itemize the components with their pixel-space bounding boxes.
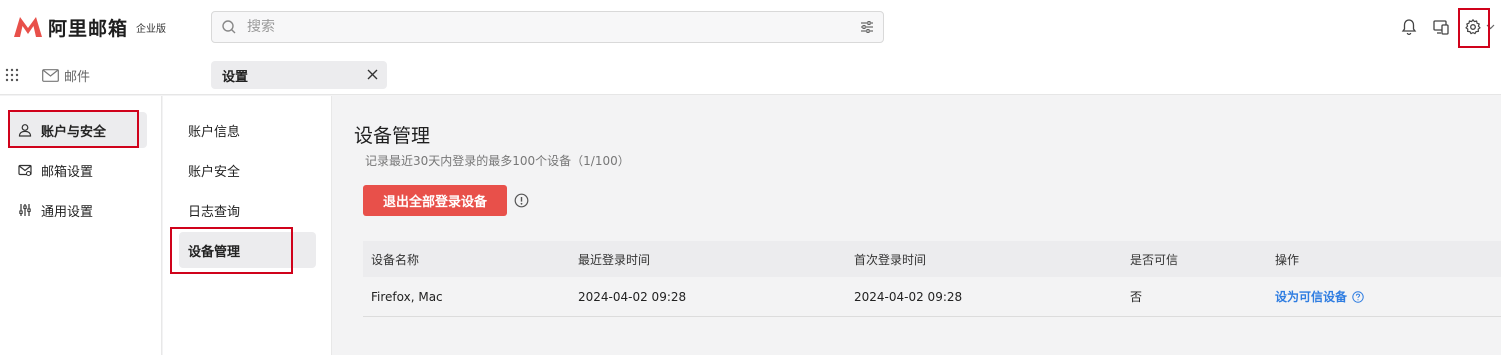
table-row: Firefox, Mac 2024-04-02 09:28 2024-04-02… — [363, 277, 1501, 317]
set-trusted-device-link[interactable]: 设为可信设备 — [1275, 288, 1364, 305]
table-header: 设备名称 最近登录时间 首次登录时间 是否可信 操作 — [363, 241, 1501, 277]
column-header-trusted: 是否可信 — [1130, 252, 1179, 267]
column-header-device-name: 设备名称 — [371, 252, 420, 267]
nav-item-label: 账户与安全 — [41, 124, 107, 140]
sliders-icon — [19, 204, 31, 216]
tab-bar: 邮件 设置 — [0, 55, 1501, 95]
logout-all-devices-button[interactable]: 退出全部登录设备 — [363, 185, 507, 216]
tab-settings[interactable]: 设置 — [211, 61, 387, 89]
nav-item-general-settings[interactable]: 通用设置 — [9, 192, 147, 228]
envelope-icon — [42, 69, 59, 82]
column-header-first-login: 首次登录时间 — [854, 252, 927, 267]
mail-link-label: 邮件 — [64, 70, 91, 85]
device-table: 设备名称 最近登录时间 首次登录时间 是否可信 操作 Firefox, Mac … — [363, 241, 1501, 317]
edition-badge: 企业版 — [136, 23, 167, 35]
secondary-settings-nav: 账户信息 账户安全 日志查询 设备管理 — [163, 96, 332, 355]
actions-cell: 设为可信设备 — [1275, 277, 1364, 316]
trusted-cell: 否 — [1130, 290, 1143, 304]
subnav-item-log-query[interactable]: 日志查询 — [179, 192, 316, 228]
logo-m-icon — [14, 17, 42, 37]
set-trusted-device-label: 设为可信设备 — [1275, 290, 1348, 304]
help-icon[interactable] — [1352, 290, 1364, 303]
search-icon — [222, 20, 236, 34]
apps-grid-icon[interactable] — [5, 68, 19, 82]
user-icon — [18, 124, 32, 137]
subnav-item-label: 日志查询 — [188, 204, 241, 220]
column-header-actions: 操作 — [1275, 252, 1300, 267]
search-filter-icon[interactable] — [860, 20, 874, 34]
mailbox-settings-icon — [18, 164, 32, 176]
nav-item-label: 邮箱设置 — [41, 164, 94, 180]
subnav-item-label: 设备管理 — [188, 244, 241, 260]
page-subtitle: 记录最近30天内登录的最多100个设备（1/100） — [365, 154, 630, 168]
primary-settings-nav: 账户与安全 邮箱设置 通用设置 — [0, 96, 162, 355]
search-bar[interactable] — [211, 11, 884, 43]
subnav-item-label: 账户安全 — [188, 164, 241, 180]
subnav-item-account-security[interactable]: 账户安全 — [179, 152, 316, 188]
nav-item-account-security[interactable]: 账户与安全 — [9, 112, 147, 148]
nav-item-label: 通用设置 — [41, 204, 94, 220]
last-login-cell: 2024-04-02 09:28 — [578, 289, 687, 304]
subnav-item-device-management[interactable]: 设备管理 — [179, 232, 316, 268]
first-login-cell: 2024-04-02 09:28 — [854, 289, 963, 304]
main-content: 设备管理 记录最近30天内登录的最多100个设备（1/100） 退出全部登录设备… — [333, 96, 1501, 355]
subnav-item-label: 账户信息 — [188, 124, 241, 140]
column-header-last-login: 最近登录时间 — [578, 252, 651, 267]
nav-item-mailbox-settings[interactable]: 邮箱设置 — [9, 152, 147, 188]
top-header: 阿里邮箱 企业版 — [0, 0, 1501, 55]
app-logo[interactable]: 阿里邮箱 企业版 — [12, 14, 166, 40]
bell-icon[interactable] — [1400, 18, 1418, 36]
device-switch-icon[interactable] — [1432, 18, 1450, 36]
search-input[interactable] — [247, 19, 837, 35]
page-title: 设备管理 — [354, 125, 431, 147]
device-name-cell: Firefox, Mac — [371, 289, 443, 304]
info-icon[interactable] — [514, 193, 529, 208]
subnav-item-account-info[interactable]: 账户信息 — [179, 112, 316, 148]
mail-link[interactable]: 邮件 — [42, 66, 90, 85]
logo-text: 阿里邮箱 — [48, 17, 129, 40]
close-icon[interactable] — [367, 69, 378, 80]
gear-highlight-outline — [1458, 8, 1490, 48]
tab-settings-label: 设置 — [222, 69, 249, 85]
